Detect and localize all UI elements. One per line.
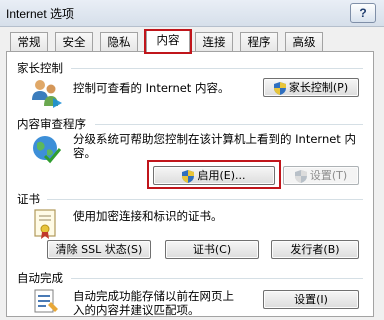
help-button[interactable]: ? (350, 3, 376, 23)
advisor-divider (95, 124, 363, 125)
certificates-button[interactable]: 证书(C) (165, 240, 259, 259)
certificates-section-title: 证书 (17, 192, 40, 206)
parental-section-title: 家长控制 (17, 61, 63, 75)
advisor-section-title: 内容审查程序 (17, 117, 86, 131)
autocomplete-description-line2: 入的内容并建议匹配项。 (73, 303, 200, 317)
autocomplete-description-line1: 自动完成功能存储以前在网页上 (73, 289, 234, 303)
advisor-enable-button[interactable]: 启用(E)... (153, 166, 275, 185)
tab-security[interactable]: 安全 (55, 32, 93, 52)
tab-connections[interactable]: 连接 (195, 32, 233, 52)
autocomplete-section-title: 自动完成 (17, 271, 63, 285)
parental-divider (71, 68, 363, 69)
autocomplete-form-icon (34, 289, 58, 313)
parental-description: 控制可查看的 Internet 内容。 (73, 81, 230, 95)
certificates-description: 使用加密连接和标识的证书。 (73, 209, 223, 223)
autocomplete-settings-button[interactable]: 设置(I) (263, 290, 359, 309)
uac-shield-icon (294, 169, 307, 183)
clear-ssl-state-button[interactable]: 清除 SSL 状态(S) (47, 240, 151, 259)
advisor-settings-button-label: 设置(T) (309, 169, 348, 182)
window-title: Internet 选项 (6, 7, 75, 21)
uac-shield-icon (182, 169, 195, 183)
tab-content[interactable]: 内容 (146, 30, 190, 53)
tab-programs[interactable]: 程序 (240, 32, 278, 52)
advisor-description-line2: 容。 (73, 146, 96, 160)
tab-general[interactable]: 常规 (10, 32, 48, 52)
uac-shield-icon (273, 81, 286, 95)
content-panel: 家长控制 控制可查看的 Internet 内容。 家长控制(P) 内容审查程序 … (6, 51, 374, 317)
advisor-enable-button-label: 启用(E)... (197, 169, 246, 182)
parental-controls-button-label: 家长控制(P) (288, 81, 349, 94)
globe-check-icon (33, 136, 61, 164)
tab-privacy[interactable]: 隐私 (100, 32, 138, 52)
parental-controls-button[interactable]: 家长控制(P) (263, 78, 359, 97)
title-bar: Internet 选项 ? (0, 0, 384, 27)
advisor-description-line1: 分级系统可帮助您控制在该计算机上看到的 Internet 内 (73, 132, 356, 146)
advisor-settings-button[interactable]: 设置(T) (283, 166, 359, 185)
autocomplete-divider (71, 278, 363, 279)
certificate-icon (34, 209, 56, 239)
publishers-button[interactable]: 发行者(B) (271, 240, 359, 259)
tab-bar: 常规 安全 隐私 内容 连接 程序 高级 (0, 30, 384, 53)
certificates-divider (47, 199, 363, 200)
family-icon (32, 80, 62, 108)
tab-advanced[interactable]: 高级 (285, 32, 323, 52)
